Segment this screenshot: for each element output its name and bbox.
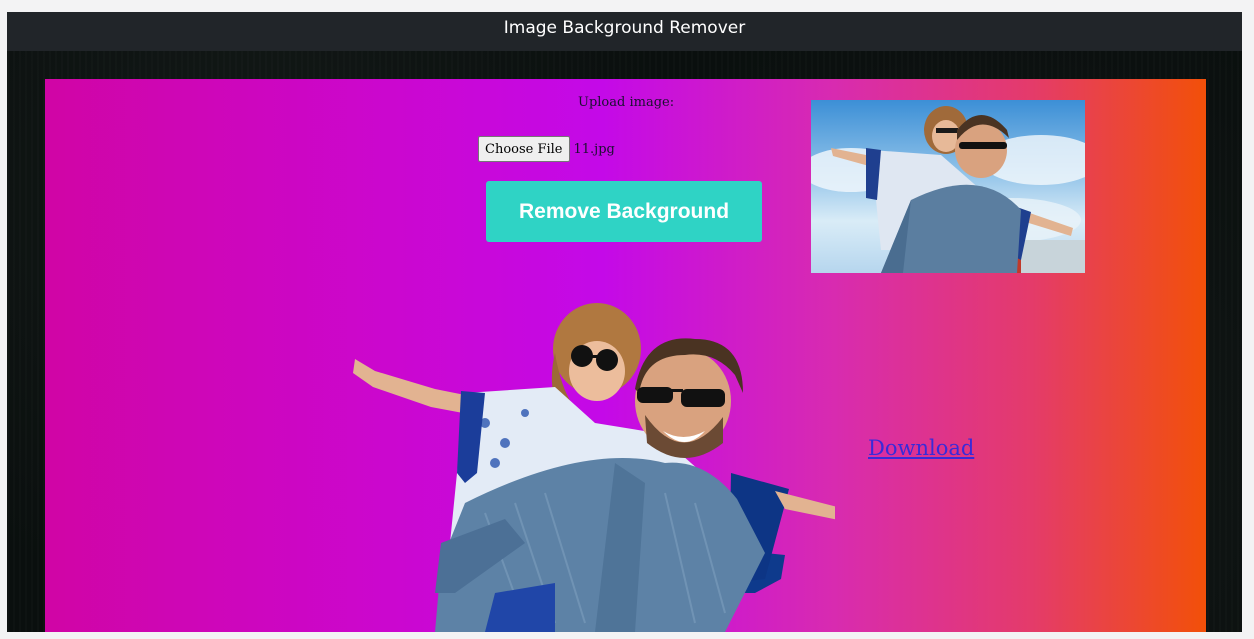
download-link[interactable]: Download [868, 436, 974, 460]
result-image [345, 293, 860, 632]
navbar: Image Background Remover [7, 12, 1242, 51]
app-title: Image Background Remover [503, 18, 746, 38]
choose-file-button[interactable]: Choose File [478, 136, 570, 162]
result-photo [353, 303, 860, 632]
upload-label: Upload image: [578, 95, 675, 110]
file-input[interactable]: Choose File 11.jpg [478, 136, 615, 162]
original-photo [811, 106, 1085, 273]
main-panel: Upload image: Choose File 11.jpg Remove … [45, 79, 1206, 632]
original-image-preview [811, 100, 1085, 273]
selected-file-name: 11.jpg [573, 141, 615, 157]
app-window: Image Background Remover Upload image: C… [7, 12, 1242, 632]
remove-background-button[interactable]: Remove Background [486, 181, 762, 242]
